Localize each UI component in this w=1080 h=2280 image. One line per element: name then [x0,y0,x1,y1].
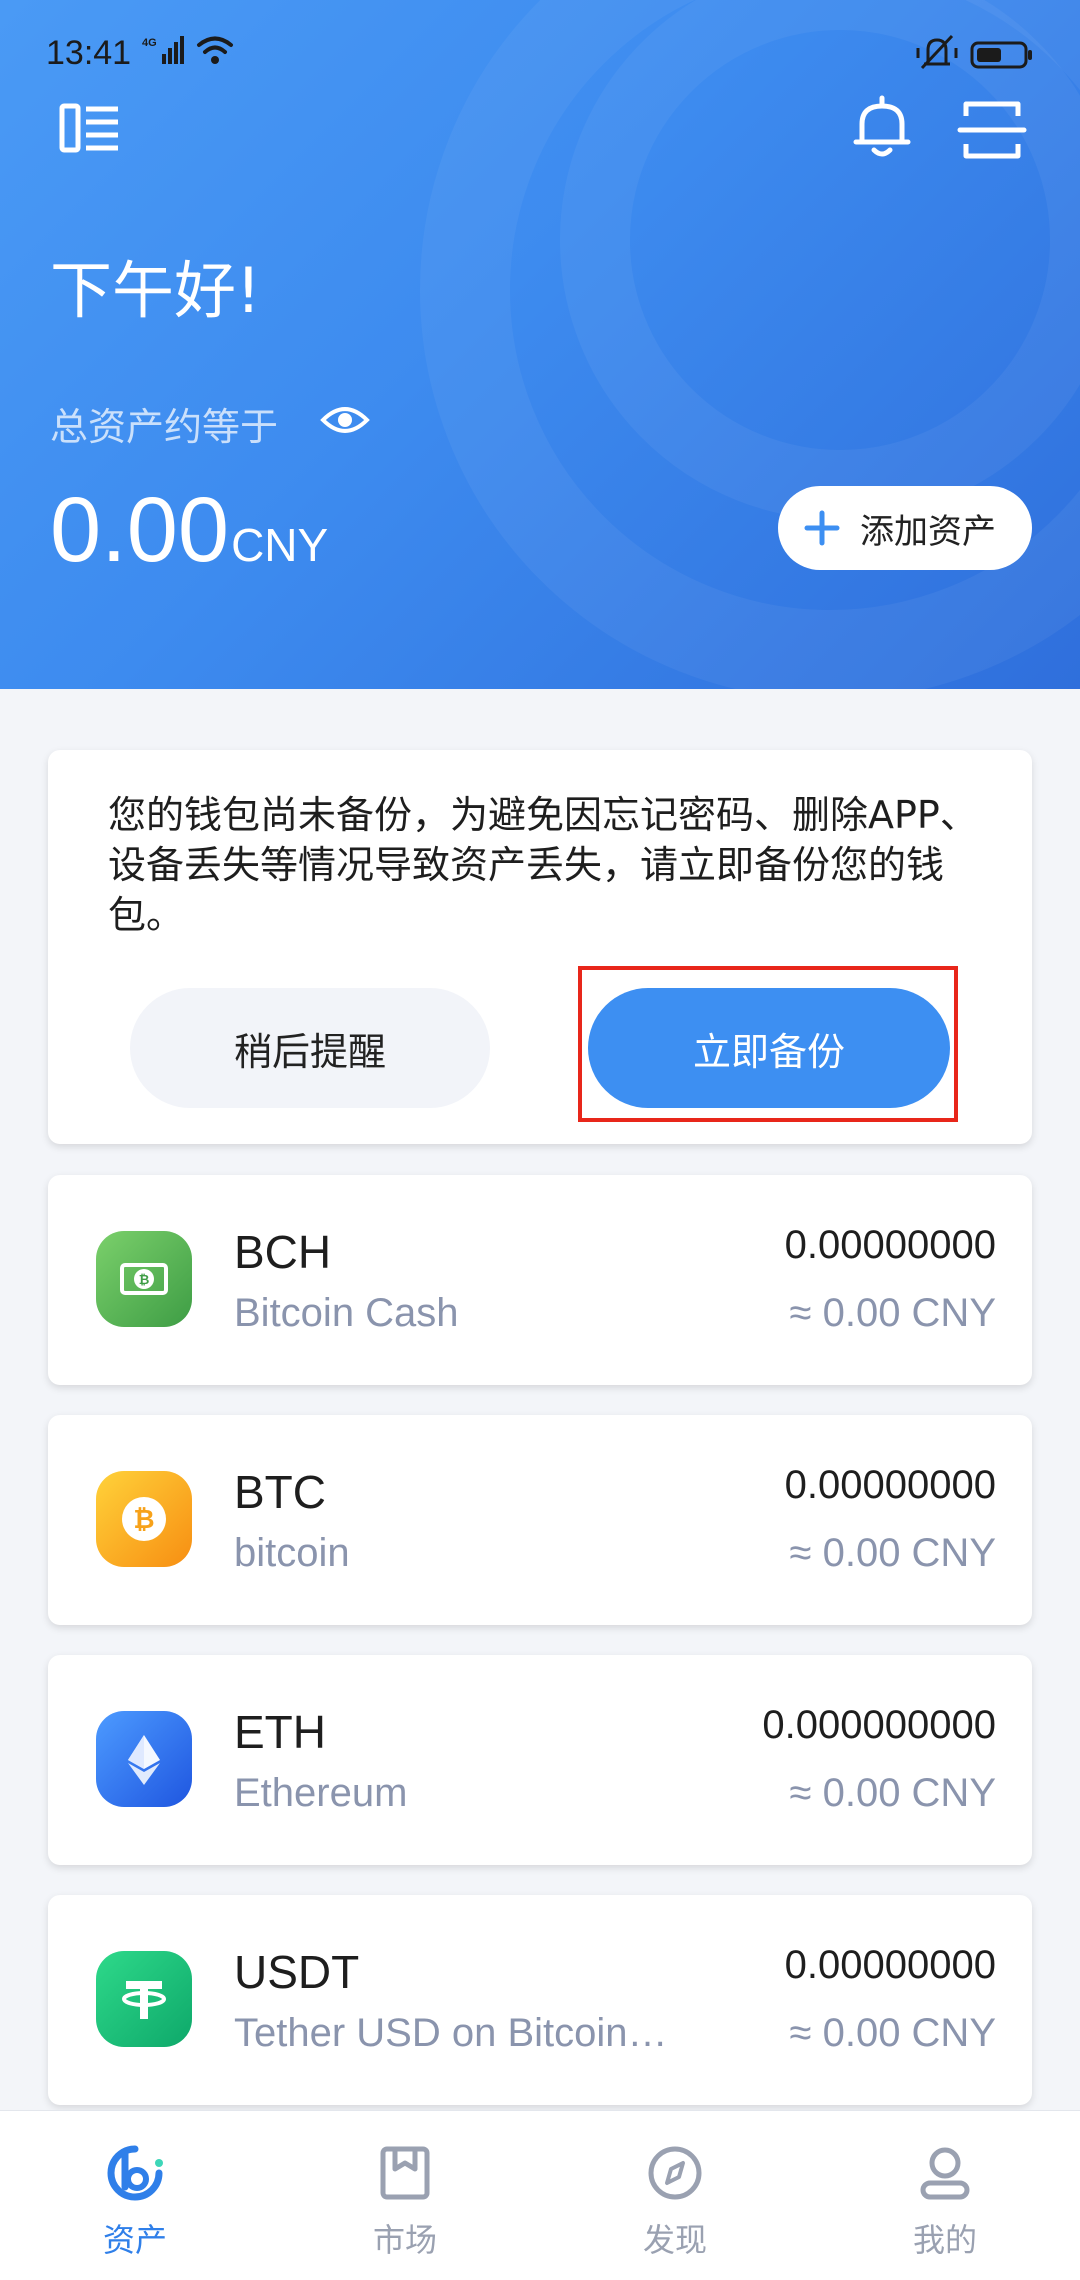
backup-reminder-card: 您的钱包尚未备份，为避免因忘记密码、删除APP、设备丢失等情况导致资产丢失，请立… [48,750,1032,1144]
bitcoin-cash-icon: ₿ [96,1231,192,1327]
token-row-bch[interactable]: ₿ BCH Bitcoin Cash 0.00000000 ≈ 0.00 CNY [48,1175,1032,1385]
network-type-label: 4G [142,37,157,49]
add-asset-label: 添加资产 [860,511,996,552]
header-banner: 13:41 4G 下午好! 总资产约等于 0.00CNY 添加资产 [0,0,1080,689]
bitcoin-icon: ₿ [96,1471,192,1567]
greeting-text: 下午好! [50,254,261,327]
add-asset-button[interactable]: 添加资产 [778,486,1032,570]
assets-icon [107,2145,163,2201]
scan-button[interactable] [956,96,1028,164]
tether-icon [96,1951,192,2047]
token-value: ≈ 0.00 CNY [789,2011,996,2055]
scan-icon [957,101,1027,159]
nav-label: 发现 [642,2221,707,2259]
total-assets-amount: 0.00CNY [50,478,328,583]
nav-tab-profile[interactable]: 我的 [810,2111,1080,2280]
nav-tab-market[interactable]: 市场 [270,2111,540,2280]
svg-text:₿: ₿ [133,1505,154,1535]
eye-icon[interactable] [320,398,370,442]
cellular-signal-icon: 4G [142,36,184,64]
token-name: Bitcoin Cash [234,1291,459,1335]
svg-text:₿: ₿ [139,1273,150,1288]
market-icon [380,2146,430,2200]
token-symbol: BTC [234,1466,326,1518]
notifications-button[interactable] [846,92,918,164]
wallet-menu-button[interactable] [54,98,126,162]
token-value: ≈ 0.00 CNY [789,1291,996,1335]
total-amount-value: 0.00 [50,479,230,581]
wifi-icon [197,36,233,64]
nav-tab-discover[interactable]: 发现 [540,2111,810,2280]
token-value: ≈ 0.00 CNY [789,1531,996,1575]
token-balance: 0.000000000 [762,1703,996,1747]
token-balance: 0.00000000 [784,1943,996,1987]
profile-icon [920,2147,970,2200]
token-value: ≈ 0.00 CNY [789,1771,996,1815]
token-balance: 0.00000000 [784,1223,996,1267]
token-symbol: USDT [234,1946,360,1998]
plus-icon [804,510,840,546]
status-bar: 13:41 4G [0,0,1080,110]
remind-later-button[interactable]: 稍后提醒 [130,988,490,1108]
menu-list-icon [59,103,118,153]
nav-tab-assets[interactable]: 资产 [0,2111,270,2280]
token-name: bitcoin [234,1531,350,1575]
token-row-eth[interactable]: ETH Ethereum 0.000000000 ≈ 0.00 CNY [48,1655,1032,1865]
discover-compass-icon [648,2146,702,2200]
backup-now-button[interactable]: 立即备份 [588,988,950,1108]
status-time: 13:41 [46,34,132,72]
backup-message: 您的钱包尚未备份，为避免因忘记密码、删除APP、设备丢失等情况导致资产丢失，请立… [108,793,978,937]
token-row-btc[interactable]: ₿ BTC bitcoin 0.00000000 ≈ 0.00 CNY [48,1415,1032,1625]
nav-label: 市场 [372,2221,437,2259]
token-name: Tether USD on Bitcoin… [234,2011,668,2055]
bell-icon [853,95,911,157]
total-amount-currency: CNY [231,519,329,571]
ethereum-icon [96,1711,192,1807]
token-symbol: ETH [234,1706,326,1758]
token-balance: 0.00000000 [784,1463,996,1507]
nav-label: 我的 [912,2221,977,2259]
token-symbol: BCH [234,1226,332,1278]
token-row-usdt[interactable]: USDT Tether USD on Bitcoin… 0.00000000 ≈… [48,1895,1032,2105]
total-assets-label: 总资产约等于 [50,405,279,449]
nav-label: 资产 [102,2221,167,2259]
vibrate-mode-icon [916,34,958,70]
battery-icon [970,41,1032,69]
bottom-nav: 资产 市场 发现 我的 [0,2110,1080,2280]
token-name: Ethereum [234,1771,408,1815]
